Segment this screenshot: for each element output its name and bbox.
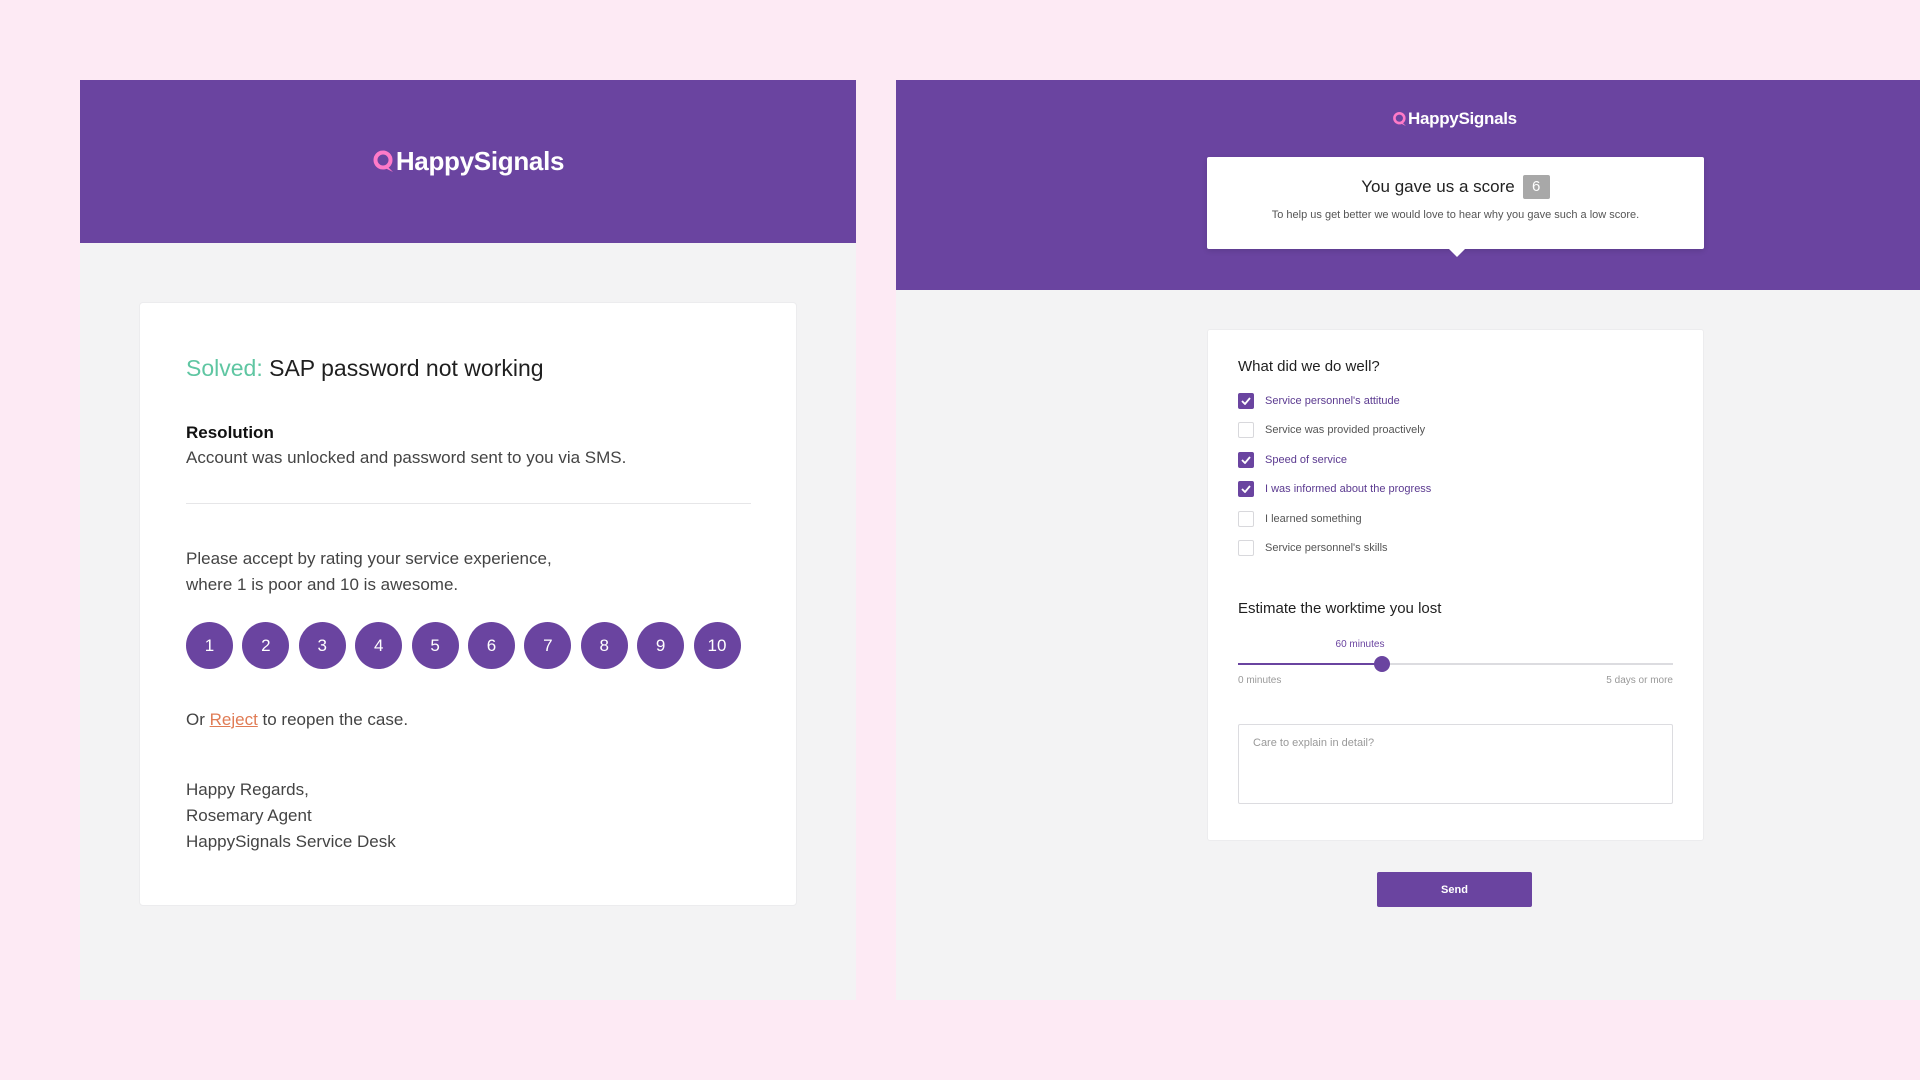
score-card: You gave us a score 6 To help us get bet… bbox=[1207, 157, 1704, 257]
brand-name: HappySignals bbox=[395, 146, 565, 176]
option-proactive[interactable]: Service was provided proactively bbox=[1238, 422, 1425, 438]
option-informed[interactable]: I was informed about the progress bbox=[1238, 481, 1431, 497]
rating-button-2[interactable]: 2 bbox=[242, 622, 290, 669]
slider-max-label: 5 days or more bbox=[1606, 675, 1673, 686]
subject-text: SAP password not working bbox=[262, 355, 544, 381]
slider-fill bbox=[1238, 663, 1382, 665]
resolution-title: Resolution bbox=[186, 423, 274, 442]
email-subject: Solved: SAP password not working bbox=[186, 355, 544, 382]
checkbox[interactable] bbox=[1238, 452, 1254, 468]
reject-suffix: to reopen the case. bbox=[257, 710, 409, 729]
option-attitude[interactable]: Service personnel's attitude bbox=[1238, 393, 1400, 409]
option-label: Service personnel's skills bbox=[1265, 542, 1388, 554]
option-label: I learned something bbox=[1265, 513, 1362, 525]
signoff-desk: HappySignals Service Desk bbox=[186, 832, 396, 851]
rating-prompt-line-1: Please accept by rating your service exp… bbox=[186, 549, 552, 568]
worktime-title: Estimate the worktime you lost bbox=[1238, 600, 1442, 617]
feedback-card: What did we do well? Service personnel's… bbox=[1207, 329, 1704, 841]
rating-button-5[interactable]: 5 bbox=[411, 622, 459, 669]
reject-prefix: Or bbox=[186, 710, 210, 729]
signoff-greeting: Happy Regards, bbox=[186, 780, 309, 799]
solved-label: Solved: bbox=[186, 355, 263, 381]
reject-line: Or Reject to reopen the case. bbox=[186, 710, 408, 730]
rating-button-1[interactable]: 1 bbox=[186, 622, 233, 669]
rating-button-9[interactable]: 9 bbox=[637, 622, 685, 669]
email-header: HappySignals bbox=[80, 80, 856, 243]
reject-link[interactable]: Reject bbox=[210, 710, 258, 729]
slider-min-label: 0 minutes bbox=[1238, 675, 1282, 686]
check-icon bbox=[1241, 485, 1251, 493]
rating-button-7[interactable]: 7 bbox=[524, 622, 572, 669]
checkbox[interactable] bbox=[1238, 481, 1254, 497]
rating-button-3[interactable]: 3 bbox=[298, 622, 346, 669]
rating-button-6[interactable]: 6 bbox=[467, 622, 515, 669]
score-title-row: You gave us a score 6 bbox=[1207, 175, 1704, 199]
checkbox[interactable] bbox=[1238, 393, 1254, 409]
option-label: Service was provided proactively bbox=[1265, 424, 1426, 436]
score-title: You gave us a score bbox=[1361, 177, 1515, 196]
checkbox[interactable] bbox=[1238, 422, 1254, 438]
signoff: Happy Regards, Rosemary Agent HappySigna… bbox=[186, 777, 396, 855]
survey-brand-name: HappySignals bbox=[1408, 109, 1517, 128]
slider-thumb[interactable] bbox=[1373, 656, 1390, 672]
rating-button-8[interactable]: 8 bbox=[580, 622, 628, 669]
option-label: Service personnel's attitude bbox=[1265, 395, 1400, 407]
email-card: Solved: SAP password not working Resolut… bbox=[139, 302, 797, 906]
speech-bubble-logo-icon bbox=[373, 150, 393, 172]
rating-buttons: 1 2 3 4 5 6 7 8 9 10 bbox=[186, 622, 750, 669]
rating-prompt: Please accept by rating your service exp… bbox=[186, 546, 552, 598]
score-badge: 6 bbox=[1522, 175, 1550, 199]
check-icon bbox=[1241, 397, 1251, 405]
option-learned[interactable]: I learned something bbox=[1238, 511, 1362, 527]
survey-panel: HappySignals You gave us a score 6 To he… bbox=[896, 80, 1920, 1000]
score-subtitle: To help us get better we would love to h… bbox=[1271, 209, 1640, 221]
email-panel: HappySignals Solved: SAP password not wo… bbox=[80, 80, 856, 1000]
explain-textarea[interactable] bbox=[1238, 724, 1673, 804]
rating-button-10[interactable]: 10 bbox=[693, 622, 741, 669]
send-button[interactable]: Send bbox=[1377, 872, 1532, 907]
option-skills[interactable]: Service personnel's skills bbox=[1238, 540, 1388, 556]
checkbox[interactable] bbox=[1238, 540, 1254, 556]
question-title: What did we do well? bbox=[1238, 358, 1380, 375]
option-label: I was informed about the progress bbox=[1265, 483, 1432, 495]
resolution-text: Account was unlocked and password sent t… bbox=[186, 448, 627, 467]
option-label: Speed of service bbox=[1265, 454, 1347, 466]
option-speed[interactable]: Speed of service bbox=[1238, 452, 1347, 468]
divider bbox=[186, 503, 751, 504]
brand-logo: HappySignals bbox=[372, 146, 564, 177]
checkbox[interactable] bbox=[1238, 511, 1254, 527]
check-icon bbox=[1241, 456, 1251, 464]
slider-value-label: 60 minutes bbox=[1335, 639, 1385, 650]
worktime-slider[interactable] bbox=[1238, 656, 1673, 672]
speech-bubble-logo-icon bbox=[1393, 111, 1406, 126]
survey-brand-logo: HappySignals bbox=[1392, 109, 1517, 129]
rating-button-4[interactable]: 4 bbox=[355, 622, 403, 669]
signoff-agent: Rosemary Agent bbox=[186, 806, 312, 825]
rating-prompt-line-2: where 1 is poor and 10 is awesome. bbox=[186, 575, 459, 594]
